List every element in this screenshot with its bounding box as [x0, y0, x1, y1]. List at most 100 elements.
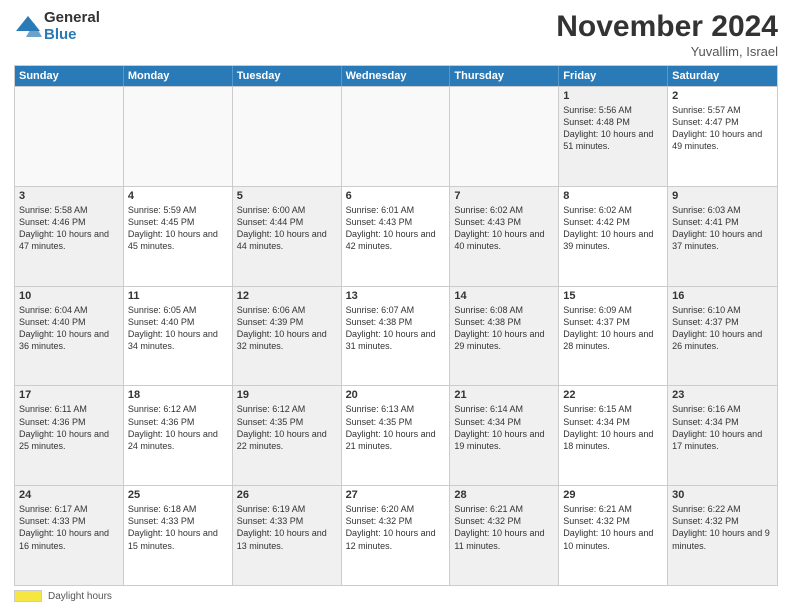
calendar-header: SundayMondayTuesdayWednesdayThursdayFrid… [15, 66, 777, 86]
calendar-cell: 4 Sunrise: 5:59 AM Sunset: 4:45 PM Daylig… [124, 187, 233, 286]
calendar-row: 10 Sunrise: 6:04 AM Sunset: 4:40 PM Dayli… [15, 286, 777, 386]
cell-content: Sunrise: 5:58 AM Sunset: 4:46 PM Dayligh… [19, 204, 119, 253]
calendar-cell: 14 Sunrise: 6:08 AM Sunset: 4:38 PM Dayli… [450, 287, 559, 386]
cell-content: Sunrise: 6:13 AM Sunset: 4:35 PM Dayligh… [346, 403, 446, 452]
calendar-cell: 12Sunrise: 6:06 AM Sunset: 4:39 PM Dayli… [233, 287, 342, 386]
calendar-cell: 16 Sunrise: 6:10 AM Sunset: 4:37 PM Dayli… [668, 287, 777, 386]
calendar-cell: 29 Sunrise: 6:21 AM Sunset: 4:32 PM Dayli… [559, 486, 668, 585]
day-number: 21 [454, 389, 554, 401]
day-number: 19 [237, 389, 337, 401]
cell-content: Sunrise: 6:06 AM Sunset: 4:39 PM Dayligh… [237, 304, 337, 353]
logo-icon [14, 13, 42, 41]
day-number: 17 [19, 389, 119, 401]
calendar-cell [450, 87, 559, 186]
cell-content: Sunrise: 6:12 AM Sunset: 4:35 PM Dayligh… [237, 403, 337, 452]
calendar-cell: 7Sunrise: 6:02 AM Sunset: 4:43 PM Daylig… [450, 187, 559, 286]
calendar-cell: 23Sunrise: 6:16 AM Sunset: 4:34 PM Dayli… [668, 386, 777, 485]
day-number: 9 [672, 190, 773, 202]
calendar-header-cell: Monday [124, 66, 233, 86]
day-number: 26 [237, 489, 337, 501]
cell-content: Sunrise: 5:57 AM Sunset: 4:47 PM Dayligh… [672, 104, 773, 153]
calendar-row: 24 Sunrise: 6:17 AM Sunset: 4:33 PM Dayli… [15, 485, 777, 585]
day-number: 25 [128, 489, 228, 501]
cell-content: Sunrise: 6:03 AM Sunset: 4:41 PM Dayligh… [672, 204, 773, 253]
calendar-cell [124, 87, 233, 186]
logo-general: General [44, 10, 100, 27]
cell-content: Sunrise: 6:02 AM Sunset: 4:42 PM Dayligh… [563, 204, 663, 253]
calendar-cell: 15 Sunrise: 6:09 AM Sunset: 4:37 PM Dayli… [559, 287, 668, 386]
cell-content: Sunrise: 6:21 AM Sunset: 4:32 PM Dayligh… [454, 503, 554, 552]
calendar-cell: 30Sunrise: 6:22 AM Sunset: 4:32 PM Dayli… [668, 486, 777, 585]
calendar-cell: 28 Sunrise: 6:21 AM Sunset: 4:32 PM Dayli… [450, 486, 559, 585]
cell-content: Sunrise: 6:04 AM Sunset: 4:40 PM Dayligh… [19, 304, 119, 353]
calendar-cell: 22 Sunrise: 6:15 AM Sunset: 4:34 PM Dayli… [559, 386, 668, 485]
cell-content: Sunrise: 6:17 AM Sunset: 4:33 PM Dayligh… [19, 503, 119, 552]
page: General Blue November 2024 Yuvallim, Isr… [0, 0, 792, 612]
day-number: 16 [672, 290, 773, 302]
cell-content: Sunrise: 5:56 AM Sunset: 4:48 PM Dayligh… [563, 104, 663, 153]
calendar-cell: 24 Sunrise: 6:17 AM Sunset: 4:33 PM Dayli… [15, 486, 124, 585]
day-number: 20 [346, 389, 446, 401]
cell-content: Sunrise: 6:20 AM Sunset: 4:32 PM Dayligh… [346, 503, 446, 552]
calendar-cell: 10 Sunrise: 6:04 AM Sunset: 4:40 PM Dayli… [15, 287, 124, 386]
calendar-row: 1Sunrise: 5:56 AM Sunset: 4:48 PM Daylig… [15, 86, 777, 186]
calendar-cell: 17 Sunrise: 6:11 AM Sunset: 4:36 PM Dayli… [15, 386, 124, 485]
calendar-cell: 2Sunrise: 5:57 AM Sunset: 4:47 PM Daylig… [668, 87, 777, 186]
calendar-cell: 18Sunrise: 6:12 AM Sunset: 4:36 PM Dayli… [124, 386, 233, 485]
cell-content: Sunrise: 6:18 AM Sunset: 4:33 PM Dayligh… [128, 503, 228, 552]
cell-content: Sunrise: 6:01 AM Sunset: 4:43 PM Dayligh… [346, 204, 446, 253]
calendar-cell: 6 Sunrise: 6:01 AM Sunset: 4:43 PM Daylig… [342, 187, 451, 286]
calendar-cell [342, 87, 451, 186]
day-number: 29 [563, 489, 663, 501]
cell-content: Sunrise: 6:21 AM Sunset: 4:32 PM Dayligh… [563, 503, 663, 552]
header: General Blue November 2024 Yuvallim, Isr… [14, 10, 778, 59]
calendar-body: 1Sunrise: 5:56 AM Sunset: 4:48 PM Daylig… [15, 86, 777, 585]
title-block: November 2024 Yuvallim, Israel [556, 10, 778, 59]
cell-content: Sunrise: 6:15 AM Sunset: 4:34 PM Dayligh… [563, 403, 663, 452]
calendar-cell: 27Sunrise: 6:20 AM Sunset: 4:32 PM Dayli… [342, 486, 451, 585]
cell-content: Sunrise: 6:09 AM Sunset: 4:37 PM Dayligh… [563, 304, 663, 353]
day-number: 14 [454, 290, 554, 302]
cell-content: Sunrise: 6:00 AM Sunset: 4:44 PM Dayligh… [237, 204, 337, 253]
cell-content: Sunrise: 6:10 AM Sunset: 4:37 PM Dayligh… [672, 304, 773, 353]
day-number: 23 [672, 389, 773, 401]
day-number: 8 [563, 190, 663, 202]
day-number: 24 [19, 489, 119, 501]
day-number: 11 [128, 290, 228, 302]
month-title: November 2024 [556, 10, 778, 44]
cell-content: Sunrise: 6:07 AM Sunset: 4:38 PM Dayligh… [346, 304, 446, 353]
calendar-cell: 8 Sunrise: 6:02 AM Sunset: 4:42 PM Daylig… [559, 187, 668, 286]
day-number: 28 [454, 489, 554, 501]
cell-content: Sunrise: 6:11 AM Sunset: 4:36 PM Dayligh… [19, 403, 119, 452]
day-number: 15 [563, 290, 663, 302]
day-number: 10 [19, 290, 119, 302]
cell-content: Sunrise: 6:14 AM Sunset: 4:34 PM Dayligh… [454, 403, 554, 452]
location: Yuvallim, Israel [556, 44, 778, 59]
calendar-row: 3Sunrise: 5:58 AM Sunset: 4:46 PM Daylig… [15, 186, 777, 286]
day-number: 30 [672, 489, 773, 501]
calendar-cell: 5 Sunrise: 6:00 AM Sunset: 4:44 PM Daylig… [233, 187, 342, 286]
cell-content: Sunrise: 5:59 AM Sunset: 4:45 PM Dayligh… [128, 204, 228, 253]
calendar-cell: 20 Sunrise: 6:13 AM Sunset: 4:35 PM Dayli… [342, 386, 451, 485]
logo-text: General Blue [44, 10, 100, 43]
footer: Daylight hours [14, 590, 778, 602]
day-number: 6 [346, 190, 446, 202]
calendar-header-cell: Saturday [668, 66, 777, 86]
cell-content: Sunrise: 6:05 AM Sunset: 4:40 PM Dayligh… [128, 304, 228, 353]
daylight-label: Daylight hours [48, 591, 112, 602]
day-number: 5 [237, 190, 337, 202]
cell-content: Sunrise: 6:08 AM Sunset: 4:38 PM Dayligh… [454, 304, 554, 353]
calendar-cell: 9 Sunrise: 6:03 AM Sunset: 4:41 PM Daylig… [668, 187, 777, 286]
day-number: 22 [563, 389, 663, 401]
calendar: SundayMondayTuesdayWednesdayThursdayFrid… [14, 65, 778, 586]
calendar-cell: 1Sunrise: 5:56 AM Sunset: 4:48 PM Daylig… [559, 87, 668, 186]
cell-content: Sunrise: 6:12 AM Sunset: 4:36 PM Dayligh… [128, 403, 228, 452]
cell-content: Sunrise: 6:02 AM Sunset: 4:43 PM Dayligh… [454, 204, 554, 253]
calendar-cell: 19 Sunrise: 6:12 AM Sunset: 4:35 PM Dayli… [233, 386, 342, 485]
logo: General Blue [14, 10, 100, 43]
calendar-cell [233, 87, 342, 186]
calendar-header-cell: Thursday [450, 66, 559, 86]
calendar-cell: 3Sunrise: 5:58 AM Sunset: 4:46 PM Daylig… [15, 187, 124, 286]
day-number: 4 [128, 190, 228, 202]
calendar-header-cell: Wednesday [342, 66, 451, 86]
